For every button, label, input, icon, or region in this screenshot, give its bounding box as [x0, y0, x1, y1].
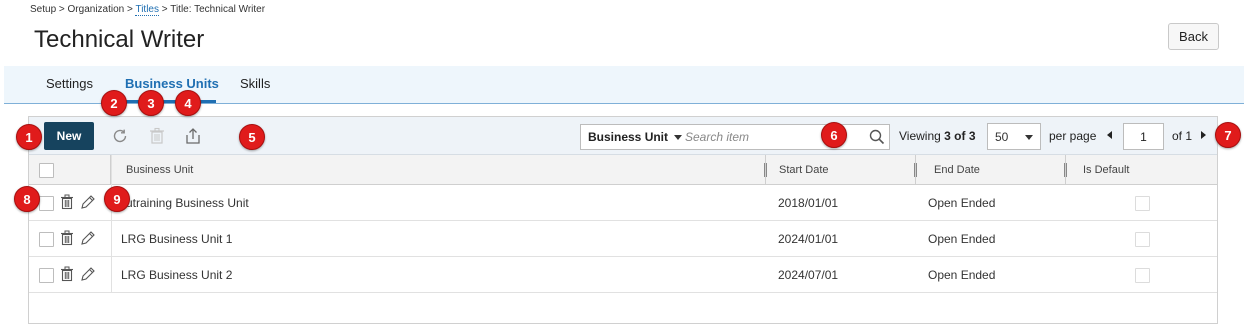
end-date-cell: Open Ended	[928, 232, 996, 246]
table-row[interactable]: LRG Business Unit 2 2024/07/01 Open Ende…	[29, 257, 1217, 293]
page-total-label: of 1	[1172, 129, 1193, 143]
breadcrumb-current: > Title: Technical Writer	[161, 4, 266, 15]
tab-settings[interactable]: Settings	[46, 76, 93, 91]
callout-1: 1	[16, 124, 42, 150]
caret-down-icon	[674, 135, 683, 141]
is-default-cell	[1135, 257, 1150, 293]
page-number-input[interactable]	[1123, 123, 1164, 150]
column-header-business-unit[interactable]: Business Unit	[111, 155, 767, 185]
trash-icon[interactable]	[60, 194, 74, 213]
business-unit-cell: utraining Business Unit	[126, 196, 249, 210]
breadcrumb: Setup > Organization > Titles > Title: T…	[30, 4, 266, 16]
breadcrumb-titles-link[interactable]: Titles	[135, 4, 159, 16]
pencil-icon[interactable]	[80, 230, 96, 249]
is-default-checkbox	[1135, 195, 1150, 211]
trash-icon[interactable]	[60, 230, 74, 249]
chevron-down-icon	[1025, 135, 1033, 140]
search-icon[interactable]	[869, 129, 885, 150]
page-title: Technical Writer	[34, 26, 205, 53]
header-select-cell	[29, 155, 111, 185]
new-button[interactable]: New	[44, 122, 94, 150]
tab-business-units[interactable]: Business Units	[125, 76, 219, 91]
column-label: Business Unit	[126, 164, 194, 176]
per-page-label: per page	[1049, 129, 1097, 143]
is-default-checkbox	[1135, 267, 1150, 283]
search-scope-dropdown[interactable]: Business Unit	[588, 130, 683, 144]
viewing-label: Viewing	[899, 129, 941, 143]
column-header-end-date[interactable]: End Date	[916, 155, 1067, 185]
callout-7: 7	[1215, 122, 1241, 148]
tab-skills[interactable]: Skills	[240, 76, 270, 91]
grid-toolbar: New Business Unit Viewing 3 of 3 50	[29, 117, 1217, 155]
breadcrumb-path: Setup > Organization >	[30, 4, 133, 15]
callout-2: 2	[101, 90, 127, 116]
end-date-cell: Open Ended	[928, 268, 996, 282]
callout-6: 6	[821, 122, 847, 148]
column-header-is-default[interactable]: Is Default	[1066, 155, 1217, 185]
column-label: Start Date	[779, 164, 829, 176]
pencil-icon[interactable]	[80, 266, 96, 285]
select-all-checkbox[interactable]	[39, 162, 54, 178]
start-date-cell: 2018/01/01	[778, 196, 839, 210]
is-default-cell	[1135, 221, 1150, 257]
back-button[interactable]: Back	[1168, 23, 1219, 50]
callout-8: 8	[14, 186, 40, 212]
delete-icon[interactable]	[147, 126, 167, 146]
start-date-cell: 2024/01/01	[778, 232, 839, 246]
column-header-start-date[interactable]: Start Date	[766, 155, 917, 185]
previous-page-icon[interactable]	[1107, 131, 1112, 139]
business-units-panel: New Business Unit Viewing 3 of 3 50	[28, 116, 1218, 324]
per-page-select[interactable]: 50	[987, 123, 1041, 150]
callout-9: 9	[104, 186, 130, 212]
next-page-icon[interactable]	[1201, 131, 1206, 139]
start-date-cell: 2024/07/01	[778, 268, 839, 282]
row-actions	[39, 221, 96, 257]
row-checkbox[interactable]	[39, 267, 54, 283]
viewing-value: 3 of 3	[944, 129, 976, 143]
export-icon[interactable]	[183, 126, 203, 146]
per-page-value: 50	[995, 130, 1009, 144]
row-actions	[39, 185, 96, 221]
table-row[interactable]: utraining Business Unit 2018/01/01 Open …	[29, 185, 1217, 221]
column-label: End Date	[934, 164, 980, 176]
is-default-checkbox	[1135, 231, 1150, 247]
row-checkbox[interactable]	[39, 195, 54, 211]
business-unit-cell: LRG Business Unit 1	[121, 232, 233, 246]
viewing-count: Viewing 3 of 3	[899, 129, 976, 143]
grid-header: Business Unit Start Date End Date Is Def…	[29, 155, 1217, 185]
active-tab-indicator	[120, 100, 216, 103]
table-row[interactable]: LRG Business Unit 1 2024/01/01 Open Ende…	[29, 221, 1217, 257]
pencil-icon[interactable]	[80, 194, 96, 213]
is-default-cell	[1135, 185, 1150, 221]
business-unit-cell: LRG Business Unit 2	[121, 268, 233, 282]
callout-5: 5	[239, 124, 265, 150]
row-actions	[39, 257, 96, 293]
row-checkbox[interactable]	[39, 231, 54, 247]
end-date-cell: Open Ended	[928, 196, 996, 210]
search-scope-label: Business Unit	[588, 130, 669, 144]
callout-4: 4	[175, 90, 201, 116]
refresh-icon[interactable]	[110, 126, 130, 146]
trash-icon[interactable]	[60, 266, 74, 285]
column-label: Is Default	[1083, 164, 1130, 176]
callout-3: 3	[138, 90, 164, 116]
